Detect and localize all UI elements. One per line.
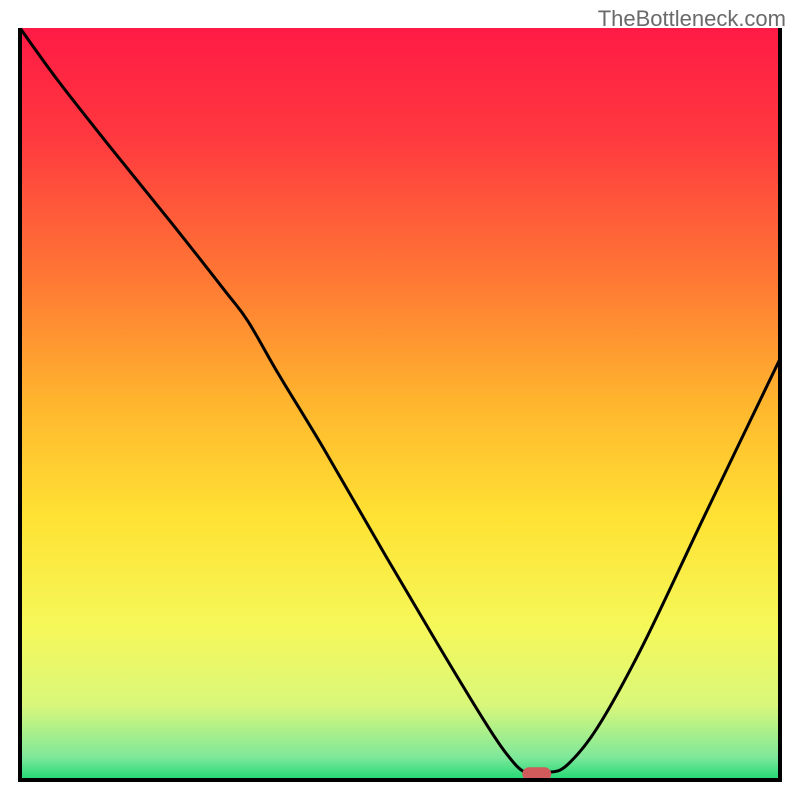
gradient-background [20,28,780,780]
chart-svg [0,0,800,800]
watermark-text: TheBottleneck.com [598,6,786,32]
bottleneck-chart [0,0,800,800]
